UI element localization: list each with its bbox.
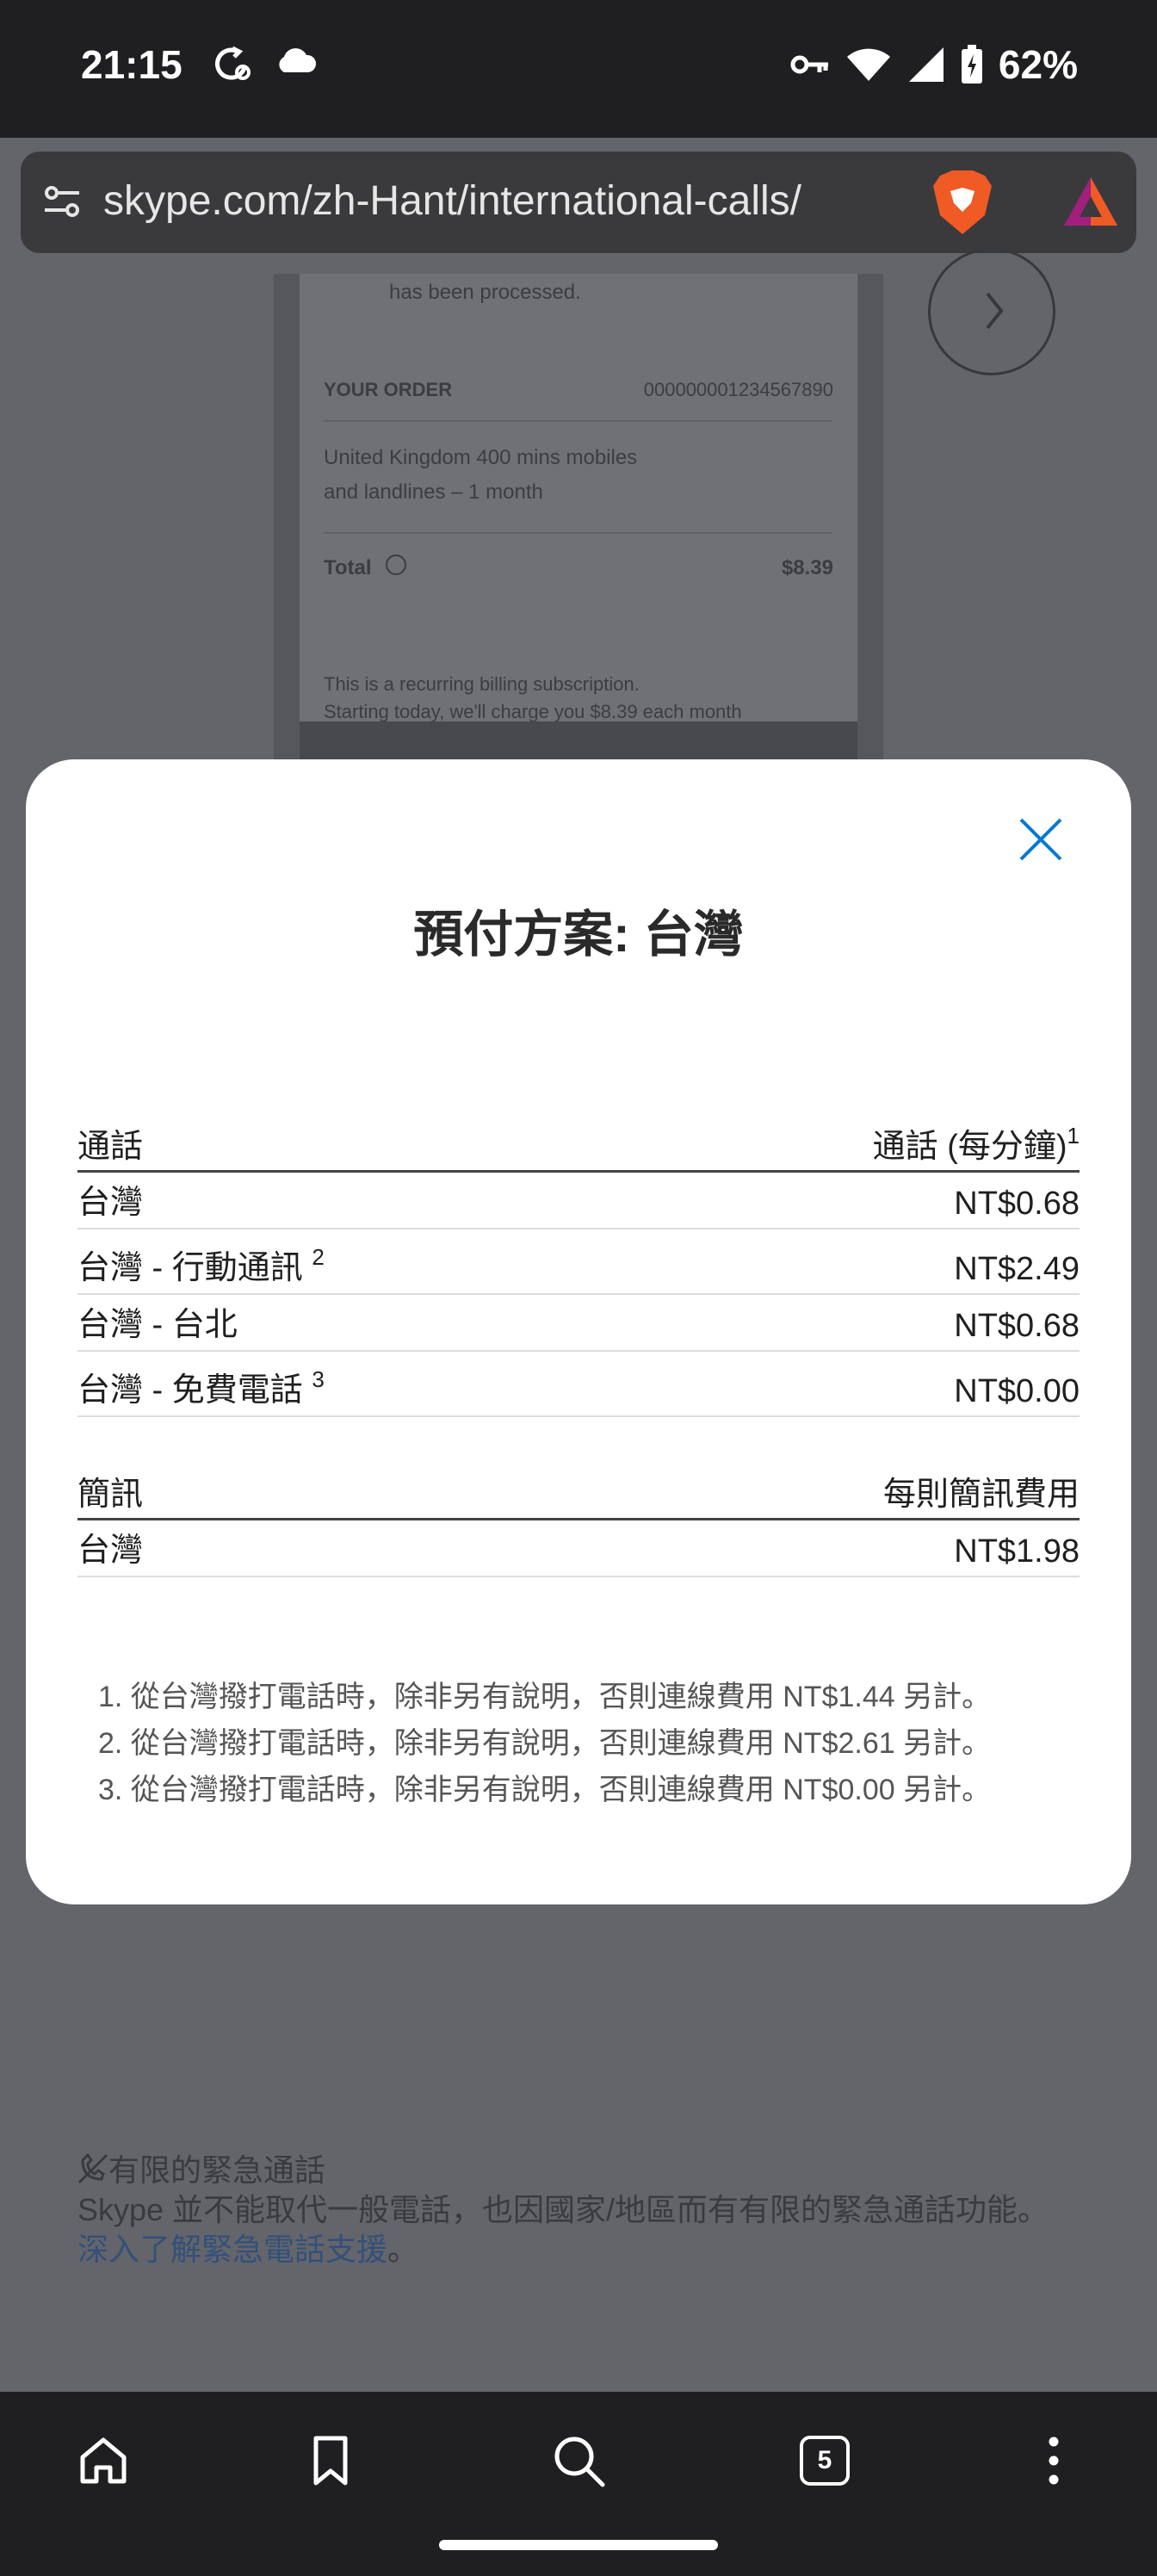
cloud-icon: [279, 48, 317, 72]
emergency-title: 有限的緊急通話: [108, 2152, 326, 2188]
footnotes: 1. 從台灣撥打電話時，除非另有說明，否則連線費用 NT$1.44 另計。 2.…: [98, 1674, 1088, 1813]
footnote: 2. 從台灣撥打電話時，除非另有說明，否則連線費用 NT$2.61 另計。: [98, 1727, 992, 1760]
tabs-icon: 5: [800, 2436, 850, 2486]
close-icon: [1019, 818, 1062, 861]
carousel-next-button[interactable]: [928, 248, 1055, 375]
processed-text: has been processed.: [389, 281, 581, 304]
wifi-icon: [846, 48, 890, 81]
footnote: 1. 從台灣撥打電話時，除非另有說明，否則連線費用 NT$1.44 另計。: [98, 1681, 992, 1713]
bookmark-icon: [313, 2436, 348, 2486]
tabs-button[interactable]: 5: [790, 2426, 859, 2495]
gesture-home-indicator[interactable]: [439, 2540, 718, 2550]
rate-value: NT$2.49: [954, 1251, 1080, 1287]
chevron-right-icon: [986, 292, 1004, 330]
table-row: 台灣 - 台北 NT$0.68: [77, 1295, 1080, 1352]
table-row: 台灣 NT$1.98: [77, 1520, 1080, 1577]
battery-percentage: 62%: [998, 42, 1078, 87]
sms-header-right: 每則簡訊費用: [882, 1477, 1080, 1513]
table-row: 台灣 - 行動通訊 2 NT$2.49: [77, 1229, 1080, 1295]
emergency-section: 有限的緊急通話 Skype 並不能取代一般電話，也因國家/地區而有有限的緊急通話…: [77, 2151, 1111, 2269]
rate-value: NT$1.98: [954, 1533, 1080, 1570]
signal-icon: [908, 47, 944, 82]
plan-line2: and landlines – 1 month: [324, 480, 543, 504]
search-button[interactable]: [544, 2426, 613, 2495]
table-row: 台灣 NT$0.68: [77, 1173, 1080, 1229]
battery-charging-icon: [961, 45, 982, 84]
rates-modal: 預付方案: 台灣 通話 通話 (每分鐘)1 台灣 NT$0.68 台灣 - 行動…: [26, 759, 1131, 1904]
calls-header-left: 通話: [77, 1129, 144, 1165]
no-phone-icon: [77, 2152, 108, 2184]
emergency-link[interactable]: 深入了解緊急電話支援: [77, 2232, 387, 2267]
table-header: 簡訊 每則簡訊費用: [77, 1467, 1080, 1520]
calls-header-right: 通話 (每分鐘): [872, 1129, 1067, 1165]
table-row: 台灣 - 免費電話 3 NT$0.00: [77, 1352, 1080, 1417]
modal-title: 預付方案: 台灣: [413, 907, 744, 963]
table-header: 通話 通話 (每分鐘)1: [77, 1119, 1080, 1173]
sync-icon: [214, 46, 251, 80]
vpn-key-icon: [790, 55, 828, 74]
total-value: $8.39: [781, 556, 833, 579]
calls-rate-table: 通話 通話 (每分鐘)1 台灣 NT$0.68 台灣 - 行動通訊 2 NT$2…: [77, 1119, 1080, 1417]
emergency-body: Skype 並不能取代一般電話，也因國家/地區而有有限的緊急通話功能。: [77, 2192, 1049, 2227]
brave-shields-icon[interactable]: [930, 169, 995, 236]
status-bar: 21:15 62%: [0, 0, 1157, 138]
phone-mockup-image: has been processed. YOUR ORDER 000000001…: [274, 274, 883, 761]
brave-rewards-icon[interactable]: [1061, 172, 1121, 232]
url-text[interactable]: skype.com/zh-Hant/international-calls/: [103, 177, 930, 229]
address-bar[interactable]: skype.com/zh-Hant/international-calls/: [21, 152, 1136, 253]
footnote: 3. 從台灣撥打電話時，除非另有說明，否則連線費用 NT$0.00 另計。: [98, 1774, 992, 1806]
recurring-text: This is a recurring billing subscription…: [324, 673, 640, 695]
more-icon: [1049, 2437, 1059, 2485]
order-number: 000000001234567890: [643, 379, 833, 400]
site-settings-icon[interactable]: [41, 181, 83, 222]
bookmark-button[interactable]: [296, 2426, 365, 2495]
home-button[interactable]: [69, 2426, 138, 2495]
charge-text: Starting today, we'll charge you $8.39 e…: [324, 701, 742, 722]
sms-header-left: 簡訊: [77, 1477, 144, 1513]
close-button[interactable]: [1012, 811, 1069, 868]
rate-value: NT$0.68: [954, 1186, 1080, 1222]
info-icon: [386, 554, 406, 575]
rate-value: NT$0.68: [954, 1308, 1080, 1344]
total-label: Total: [324, 556, 372, 579]
sms-rate-table: 簡訊 每則簡訊費用 台灣 NT$1.98: [77, 1467, 1080, 1577]
plan-line1: United Kingdom 400 mins mobiles: [324, 446, 638, 469]
rate-value: NT$0.00: [954, 1373, 1080, 1409]
status-time: 21:15: [81, 42, 183, 87]
more-menu-button[interactable]: [1019, 2426, 1088, 2495]
home-icon: [80, 2437, 127, 2484]
search-icon: [554, 2437, 605, 2487]
your-order-label: YOUR ORDER: [324, 379, 453, 400]
